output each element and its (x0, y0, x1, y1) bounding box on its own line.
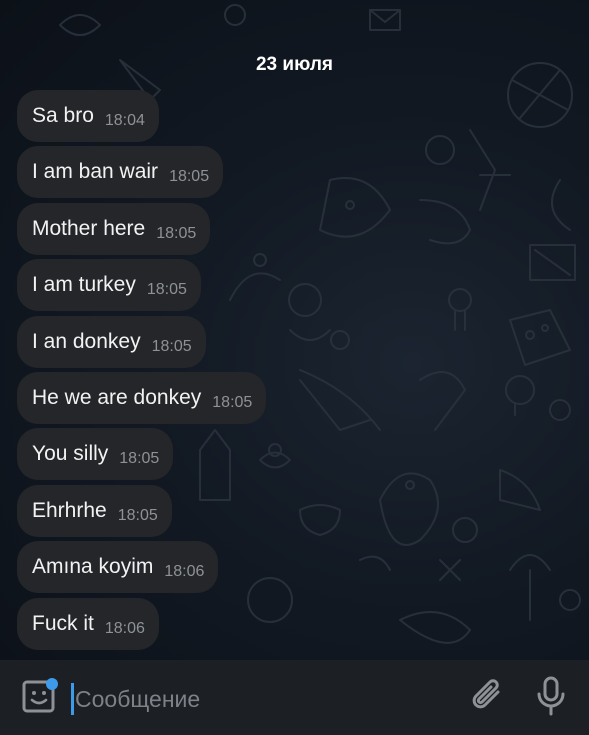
message-input[interactable] (75, 678, 455, 720)
date-separator: 23 июля (255, 54, 334, 75)
message-text: Sa bro (32, 104, 94, 127)
message-bubble[interactable]: Mother here 18:05 (17, 202, 211, 255)
message-time: 18:05 (146, 281, 187, 299)
message-time: 18:05 (212, 393, 253, 411)
message-bubble[interactable]: Ehrhrhe 18:05 (17, 484, 172, 537)
message-time: 18:05 (156, 224, 197, 242)
attach-paperclip-icon[interactable] (470, 678, 504, 714)
message-bubble[interactable]: I am turkey 18:05 (17, 259, 201, 312)
message-text: Amına koyim (32, 555, 154, 579)
message-text: I an donkey (32, 329, 141, 353)
message-text: I am turkey (32, 273, 136, 297)
message-text: I am ban wair (32, 160, 159, 184)
chat-background: 23 июля Sa bro 18:04 I am ban wair 18:05… (0, 0, 589, 660)
message-time: 18:06 (164, 563, 205, 581)
message-list: Sa bro 18:04 I am ban wair 18:05 Mother … (17, 90, 267, 654)
message-time: 18:05 (119, 450, 160, 468)
message-time: 18:04 (104, 112, 145, 129)
message-bubble[interactable]: Sa bro 18:04 (17, 90, 159, 142)
message-bubble[interactable]: Fuck it 18:06 (17, 597, 159, 650)
microphone-icon[interactable] (536, 676, 566, 716)
message-bubble[interactable]: I an donkey 18:05 (17, 315, 206, 368)
message-text: Mother here (32, 216, 146, 240)
message-bubble[interactable]: I am ban wair 18:05 (17, 146, 224, 199)
message-bubble[interactable]: Amına koyim 18:06 (17, 541, 219, 594)
message-time: 18:05 (151, 337, 192, 355)
message-text: You silly (32, 442, 109, 466)
message-bubble[interactable]: He we are donkey 18:05 (17, 371, 267, 424)
message-time: 18:05 (117, 506, 158, 524)
message-time: 18:06 (104, 619, 145, 637)
message-time: 18:05 (169, 168, 210, 186)
message-text: Fuck it (32, 611, 94, 635)
message-text: Ehrhrhe (32, 498, 107, 522)
message-bubble[interactable]: You silly 18:05 (17, 428, 174, 481)
text-cursor (71, 683, 74, 715)
message-text: He we are donkey (32, 385, 202, 409)
notification-dot (46, 678, 58, 690)
